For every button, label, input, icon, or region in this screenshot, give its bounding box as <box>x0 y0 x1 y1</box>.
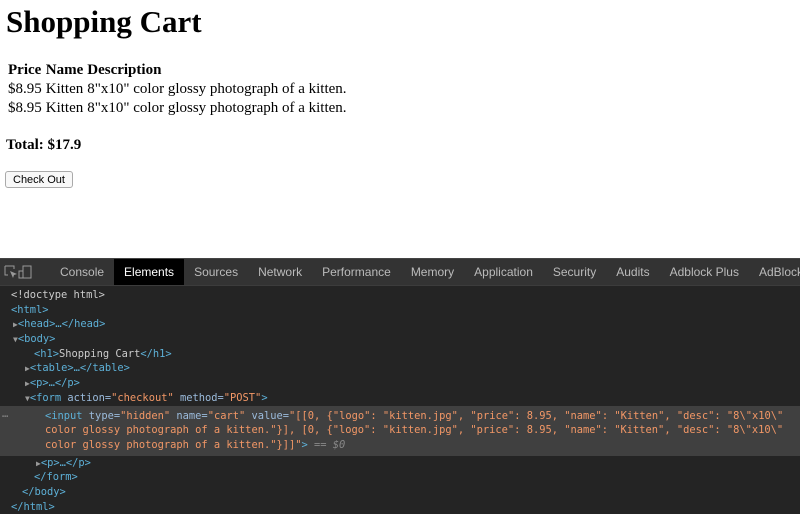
dom-tree: <!doctype html> <html> ▶<head>…</head> ▼… <box>0 288 800 514</box>
cell: 8"x10" color glossy photograph of a kitt… <box>87 100 347 116</box>
dom-node-p[interactable]: ▶<p>…</p> <box>0 376 800 391</box>
tag: <h1> <box>34 347 60 360</box>
col-name: Name <box>45 62 84 78</box>
attr-name: action= <box>61 391 112 404</box>
cell: Kitten <box>45 81 84 97</box>
tag: <input <box>45 409 83 422</box>
dom-node-head[interactable]: ▶<head>…</head> <box>0 317 800 332</box>
tag: <head>…</head> <box>17 318 106 331</box>
tag: <p>…</p> <box>29 377 80 390</box>
cart-table: Price Name Description $8.95 Kitten 8"x10" c… <box>6 61 349 118</box>
tag: <body> <box>17 333 56 346</box>
tab-security[interactable]: Security <box>543 259 606 285</box>
inspect-element-icon[interactable] <box>4 259 18 285</box>
selected-marker: == $0 <box>307 438 346 451</box>
attr-name: method= <box>173 391 224 404</box>
tab-sources[interactable]: Sources <box>184 259 248 285</box>
devtools-panel: Console Elements Sources Network Perform… <box>0 258 800 514</box>
dom-node-doctype[interactable]: <!doctype html> <box>0 288 800 303</box>
attr-value: "cart" <box>207 409 246 422</box>
cell: $8.95 <box>8 81 42 97</box>
tab-elements[interactable]: Elements <box>114 259 185 285</box>
attr-value: "[[0, {"logo": "kitten.jpg", "price": 8.… <box>289 409 784 422</box>
attr-name: type= <box>82 409 121 422</box>
dom-node-form[interactable]: ▼<form action="checkout" method="POST"> <box>0 391 800 406</box>
tab-console[interactable]: Console <box>50 259 114 285</box>
tab-adblock-plus[interactable]: Adblock Plus <box>660 259 749 285</box>
tag: <form <box>29 391 62 404</box>
more-options-icon[interactable]: … <box>2 408 8 420</box>
tag: </form> <box>34 471 78 484</box>
table-row: $8.95 Kitten 8"x10" color glossy photograp… <box>6 80 349 99</box>
col-price: Price <box>8 62 42 78</box>
attr-value: color glossy photograph of a kitten."}]]… <box>45 438 302 451</box>
dom-node-form-close[interactable]: </form> <box>0 470 800 485</box>
text-node: Shopping Cart <box>59 347 141 360</box>
dom-node-p[interactable]: ▶<p>…</p> <box>0 456 800 471</box>
tag: </body> <box>22 485 66 498</box>
table-row: $8.95 Kitten 8"x10" color glossy photograp… <box>6 99 349 118</box>
check-out-button[interactable]: Check Out <box>5 171 73 188</box>
tab-application[interactable]: Application <box>464 259 543 285</box>
tab-audits[interactable]: Audits <box>606 259 659 285</box>
attr-value: "checkout" <box>111 391 174 404</box>
tag: <html> <box>11 303 49 316</box>
tag: </html> <box>11 500 55 513</box>
tab-memory[interactable]: Memory <box>401 259 464 285</box>
device-toolbar-icon[interactable] <box>18 259 32 285</box>
tag: <table>…</table> <box>29 362 130 375</box>
cart-total: Total: $17.9 <box>6 137 82 153</box>
tab-network[interactable]: Network <box>248 259 312 285</box>
dom-node-body[interactable]: ▼<body> <box>0 332 800 347</box>
attr-value: "POST" <box>223 391 262 404</box>
doctype-text: <!doctype html> <box>11 289 105 301</box>
dom-node-table[interactable]: ▶<table>…</table> <box>0 361 800 376</box>
attr-name: name= <box>170 409 208 422</box>
tab-performance[interactable]: Performance <box>312 259 401 285</box>
page-title: Shopping Cart <box>6 4 202 39</box>
attr-value: "hidden" <box>120 409 171 422</box>
devtools-tabbar: Console Elements Sources Network Perform… <box>0 258 800 286</box>
dom-node-h1[interactable]: <h1>Shopping Cart</h1> <box>0 347 800 362</box>
col-description: Description <box>87 62 162 78</box>
attr-value: color glossy photograph of a kitten."}],… <box>45 424 784 437</box>
cell: $8.95 <box>8 100 42 116</box>
web-page: Shopping Cart Price Name Description $8.95… <box>0 0 800 258</box>
dom-node-html-close[interactable]: </html> <box>0 500 800 514</box>
tag: <p>…</p> <box>40 456 91 469</box>
dom-node-body-close[interactable]: </body> <box>0 485 800 500</box>
cell: Kitten <box>45 100 84 116</box>
tag: > <box>261 391 268 404</box>
attr-name: value= <box>245 409 290 422</box>
tab-adblock[interactable]: AdBlock <box>749 259 800 285</box>
dom-node-html[interactable]: <html> <box>0 303 800 318</box>
dom-node-input-selected[interactable]: … <input type="hidden" name="cart" value… <box>0 405 800 456</box>
tag: </h1> <box>140 347 172 360</box>
cell: 8"x10" color glossy photograph of a kitt… <box>87 81 347 97</box>
